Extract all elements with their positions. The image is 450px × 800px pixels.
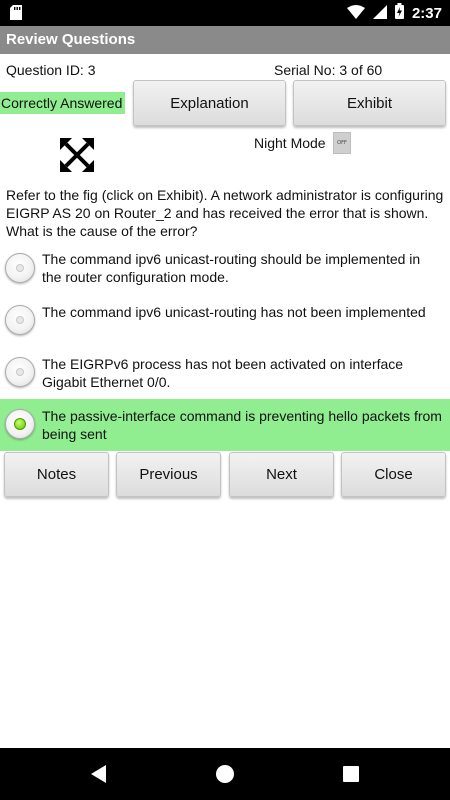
recents-icon[interactable] — [343, 766, 359, 786]
radio-indicator — [16, 316, 24, 324]
question-id: Question ID: 3 — [6, 62, 96, 78]
option-text: The passive-interface command is prevent… — [42, 408, 442, 442]
battery-charging-icon — [394, 3, 404, 23]
night-mode-toggle[interactable]: OFF — [333, 132, 351, 154]
answer-option-1[interactable]: The command ipv6 unicast-routing should … — [0, 243, 450, 295]
radio-indicator — [16, 264, 24, 272]
page-title: Review Questions — [0, 26, 450, 54]
radio-indicator — [16, 368, 24, 376]
navigation-bar — [0, 748, 450, 800]
radio-button[interactable] — [5, 253, 35, 283]
radio-indicator — [14, 418, 26, 430]
status-bar: 2:37 — [0, 0, 450, 26]
night-mode-label: Night Mode — [254, 135, 326, 151]
answer-option-4[interactable]: The passive-interface command is prevent… — [0, 399, 450, 451]
sd-card-icon — [10, 5, 22, 24]
wifi-icon — [346, 4, 365, 23]
serial-number: Serial No: 3 of 60 — [274, 62, 383, 78]
answer-option-3[interactable]: The EIGRPv6 process has not been activat… — [0, 347, 450, 399]
radio-button[interactable] — [5, 305, 35, 335]
exhibit-button[interactable]: Exhibit — [293, 80, 446, 126]
expand-arrows-icon[interactable] — [60, 138, 94, 176]
option-text: The command ipv6 unicast-routing should … — [42, 251, 421, 285]
back-icon[interactable] — [89, 764, 107, 788]
radio-button[interactable] — [5, 409, 35, 439]
option-text: The command ipv6 unicast-routing has not… — [42, 304, 426, 320]
notes-button[interactable]: Notes — [4, 452, 109, 497]
signal-icon — [372, 4, 387, 23]
status-badge: Correctly Answered — [0, 92, 126, 114]
close-button[interactable]: Close — [341, 452, 446, 497]
next-button[interactable]: Next — [229, 452, 334, 497]
home-icon[interactable] — [216, 765, 234, 787]
answer-option-2[interactable]: The command ipv6 unicast-routing has not… — [0, 295, 450, 347]
explanation-button[interactable]: Explanation — [133, 80, 286, 126]
status-time: 2:37 — [411, 4, 442, 22]
radio-button[interactable] — [5, 357, 35, 387]
question-text: Refer to the fig (click on Exhibit). A n… — [6, 187, 444, 239]
option-text: The EIGRPv6 process has not been activat… — [42, 356, 404, 390]
previous-button[interactable]: Previous — [116, 452, 221, 497]
